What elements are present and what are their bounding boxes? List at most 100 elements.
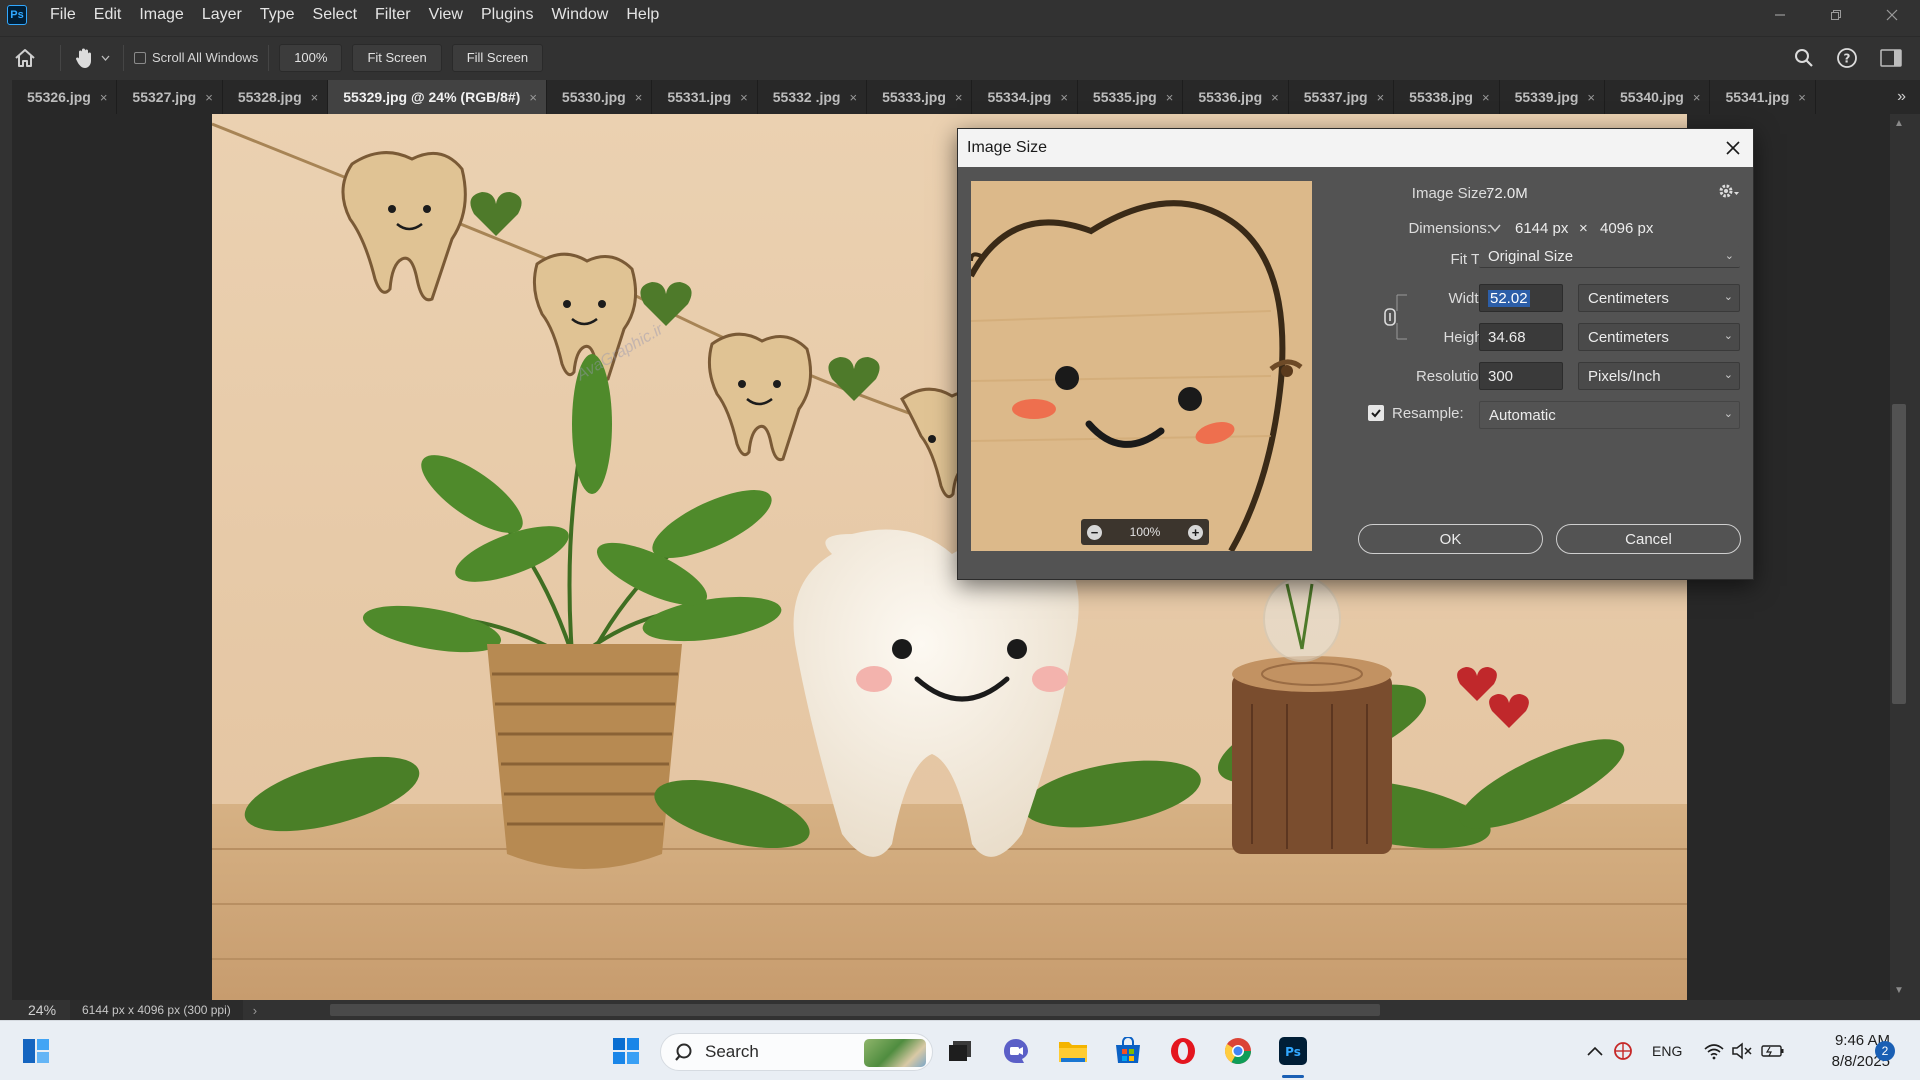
close-icon[interactable] — [1721, 136, 1745, 160]
taskbar-search[interactable]: Search — [660, 1033, 933, 1071]
document-tab[interactable]: 55328.jpg × — [223, 80, 329, 114]
task-view-icon[interactable] — [942, 1033, 978, 1069]
horizontal-scrollbar[interactable] — [330, 1004, 1380, 1016]
photoshop-taskbar-icon[interactable]: Ps — [1275, 1033, 1311, 1069]
notification-badge[interactable]: 2 — [1875, 1041, 1895, 1061]
battery-icon[interactable] — [1755, 1033, 1791, 1069]
tab-close-icon[interactable]: × — [311, 90, 319, 105]
dialog-titlebar[interactable]: Image Size — [958, 129, 1753, 167]
width-input[interactable]: 52.02 — [1479, 284, 1563, 312]
ok-button[interactable]: OK — [1358, 524, 1543, 554]
separator — [268, 44, 270, 71]
tab-close-icon[interactable]: × — [635, 90, 643, 105]
document-tab[interactable]: 55337.jpg × — [1289, 80, 1395, 114]
menu-file[interactable]: File — [41, 0, 85, 30]
menu-layer[interactable]: Layer — [193, 0, 251, 30]
vertical-scrollbar[interactable]: ▲ ▼ — [1890, 114, 1920, 1000]
image-preview[interactable]: − 100% + — [971, 181, 1312, 551]
tool-preset-chevron-icon[interactable] — [97, 55, 113, 61]
language-indicator[interactable]: ENG — [1652, 1043, 1682, 1059]
tab-close-icon[interactable]: × — [1271, 90, 1279, 105]
menu-help[interactable]: Help — [617, 0, 668, 30]
scrollbar-thumb[interactable] — [1892, 404, 1906, 704]
minimize-icon[interactable] — [1752, 0, 1808, 30]
zoom-100-button[interactable]: 100% — [279, 43, 343, 72]
fit-screen-button[interactable]: Fit Screen — [352, 43, 442, 72]
document-tab[interactable]: 55338.jpg × — [1394, 80, 1500, 114]
document-tab[interactable]: 55339.jpg × — [1500, 80, 1606, 114]
fill-screen-button[interactable]: Fill Screen — [451, 43, 544, 72]
scroll-up-icon[interactable]: ▲ — [1890, 118, 1908, 129]
document-tab[interactable]: 55330.jpg × — [547, 80, 653, 114]
tab-close-icon[interactable]: × — [529, 90, 537, 105]
tab-close-icon[interactable]: × — [1377, 90, 1385, 105]
start-icon[interactable] — [608, 1033, 644, 1069]
tab-close-icon[interactable]: × — [740, 90, 748, 105]
resample-select[interactable]: Automatic ⌄ — [1479, 401, 1740, 429]
tab-close-icon[interactable]: × — [849, 90, 857, 105]
photoshop-logo[interactable]: Ps — [7, 5, 27, 25]
document-tab[interactable]: 55336.jpg × — [1183, 80, 1289, 114]
resample-checkbox[interactable] — [1368, 405, 1384, 421]
close-window-icon[interactable] — [1864, 0, 1920, 30]
scroll-all-windows-checkbox[interactable]: Scroll All Windows — [134, 50, 258, 65]
document-tab[interactable]: 55334.jpg × — [972, 80, 1078, 114]
resolution-unit-select[interactable]: Pixels/Inch ⌄ — [1578, 362, 1740, 390]
menu-edit[interactable]: Edit — [85, 0, 131, 30]
height-input[interactable]: 34.68 — [1479, 323, 1563, 351]
menu-image[interactable]: Image — [130, 0, 192, 30]
width-unit-select[interactable]: Centimeters ⌄ — [1578, 284, 1740, 312]
menu-view[interactable]: View — [420, 0, 472, 30]
fit-to-select[interactable]: Original Size ⌄ — [1479, 246, 1740, 268]
search-icon[interactable] — [1794, 48, 1814, 68]
document-tab[interactable]: 55341.jpg × — [1710, 80, 1816, 114]
help-icon[interactable]: ? — [1836, 47, 1858, 69]
document-tab[interactable]: 55327.jpg × — [117, 80, 223, 114]
hand-tool-icon[interactable] — [71, 47, 97, 69]
constrain-proportions-link-icon[interactable] — [1383, 293, 1407, 341]
tab-close-icon[interactable]: × — [955, 90, 963, 105]
menu-select[interactable]: Select — [304, 0, 366, 30]
document-tab[interactable]: 55326.jpg × — [12, 80, 118, 114]
workspace-icon[interactable] — [1880, 49, 1902, 67]
document-tab[interactable]: 55331.jpg × — [652, 80, 758, 114]
restore-icon[interactable] — [1808, 0, 1864, 30]
cancel-button[interactable]: Cancel — [1556, 524, 1741, 554]
vpn-globe-icon[interactable] — [1605, 1033, 1641, 1069]
document-tab[interactable]: 55335.jpg × — [1078, 80, 1184, 114]
document-tab[interactable]: 55329.jpg @ 24% (RGB/8#) × — [328, 80, 547, 114]
file-explorer-icon[interactable] — [1055, 1033, 1091, 1069]
tab-close-icon[interactable]: × — [1060, 90, 1068, 105]
document-tab[interactable]: 55332 .jpg × — [758, 80, 868, 114]
tab-close-icon[interactable]: × — [100, 90, 108, 105]
resolution-input[interactable]: 300 — [1479, 362, 1563, 390]
menu-plugins[interactable]: Plugins — [472, 0, 542, 30]
menu-filter[interactable]: Filter — [366, 0, 420, 30]
zoom-out-icon[interactable]: − — [1087, 524, 1102, 540]
chrome-icon[interactable] — [1220, 1033, 1256, 1069]
meet-icon[interactable] — [998, 1033, 1034, 1069]
document-tab[interactable]: 55340.jpg × — [1605, 80, 1711, 114]
menu-window[interactable]: Window — [542, 0, 617, 30]
tab-close-icon[interactable]: × — [1482, 90, 1490, 105]
tab-close-icon[interactable]: × — [1693, 90, 1701, 105]
status-arrow-icon[interactable]: › — [253, 1003, 257, 1018]
tab-overflow-icon[interactable]: » — [1897, 80, 1906, 114]
document-tab[interactable]: 55333.jpg × — [867, 80, 973, 114]
tab-close-icon[interactable]: × — [1587, 90, 1595, 105]
scroll-down-icon[interactable]: ▼ — [1890, 985, 1908, 996]
zoom-level[interactable]: 24% — [12, 1002, 70, 1018]
menu-type[interactable]: Type — [251, 0, 304, 30]
tab-close-icon[interactable]: × — [205, 90, 213, 105]
height-unit-select[interactable]: Centimeters ⌄ — [1578, 323, 1740, 351]
home-icon[interactable] — [0, 48, 50, 68]
widgets-icon[interactable] — [18, 1033, 54, 1069]
dimensions-dropdown-chevron-icon[interactable] — [1486, 219, 1504, 241]
zoom-in-icon[interactable]: + — [1187, 524, 1203, 540]
tab-close-icon[interactable]: × — [1798, 90, 1806, 105]
checkbox-box[interactable] — [134, 51, 146, 64]
tab-close-icon[interactable]: × — [1166, 90, 1174, 105]
opera-icon[interactable] — [1165, 1033, 1201, 1069]
microsoft-store-icon[interactable] — [1110, 1033, 1146, 1069]
gear-icon[interactable] — [1718, 182, 1740, 204]
